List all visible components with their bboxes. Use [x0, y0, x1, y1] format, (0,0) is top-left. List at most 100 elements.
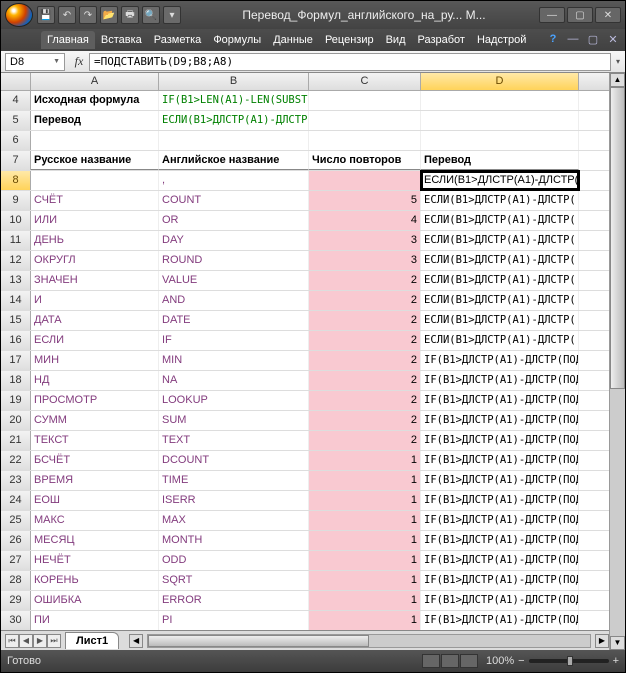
- tab-layout[interactable]: Разметка: [148, 31, 208, 49]
- cell-D5[interactable]: [421, 111, 579, 130]
- minimize-button[interactable]: —: [539, 7, 565, 23]
- cell-D30[interactable]: IF(B1>ДЛСТР(A1)-ДЛСТР(ПОД: [421, 611, 579, 630]
- cell-C30[interactable]: 1: [309, 611, 421, 630]
- tab-home[interactable]: Главная: [41, 31, 95, 49]
- row-header[interactable]: 16: [1, 331, 31, 350]
- formula-bar[interactable]: =ПОДСТАВИТЬ(D9;B8;A8): [89, 53, 611, 71]
- cell-D25[interactable]: IF(B1>ДЛСТР(A1)-ДЛСТР(ПОД: [421, 511, 579, 530]
- cell-D21[interactable]: IF(B1>ДЛСТР(A1)-ДЛСТР(ПОД: [421, 431, 579, 450]
- sheet-tab-active[interactable]: Лист1: [65, 632, 119, 649]
- hscroll-thumb[interactable]: [148, 635, 369, 647]
- cell-C19[interactable]: 2: [309, 391, 421, 410]
- row-header[interactable]: 12: [1, 251, 31, 270]
- row-header[interactable]: 30: [1, 611, 31, 630]
- cell-A6[interactable]: [31, 131, 159, 150]
- cell-A10[interactable]: ИЛИ: [31, 211, 159, 230]
- cell-B25[interactable]: MAX: [159, 511, 309, 530]
- cell-D16[interactable]: ЕСЛИ(B1>ДЛСТР(A1)-ДЛСТР(: [421, 331, 579, 350]
- cell-B8[interactable]: ,: [159, 171, 309, 190]
- row-header[interactable]: 29: [1, 591, 31, 610]
- row-header[interactable]: 8: [1, 171, 31, 190]
- cell-B4[interactable]: IF(B1>LEN(A1)-LEN(SUBSTITUTE(A1,"","")),…: [159, 91, 309, 110]
- vscroll-down-icon[interactable]: ▼: [610, 636, 625, 650]
- cell-B7[interactable]: Английское название: [159, 151, 309, 170]
- cell-A9[interactable]: СЧЁТ: [31, 191, 159, 210]
- cell-D11[interactable]: ЕСЛИ(B1>ДЛСТР(A1)-ДЛСТР(: [421, 231, 579, 250]
- cell-A14[interactable]: И: [31, 291, 159, 310]
- cell-D20[interactable]: IF(B1>ДЛСТР(A1)-ДЛСТР(ПОД: [421, 411, 579, 430]
- cell-B27[interactable]: ODD: [159, 551, 309, 570]
- open-icon[interactable]: 📂: [100, 6, 118, 24]
- maximize-button[interactable]: ▢: [567, 7, 593, 23]
- cell-D14[interactable]: ЕСЛИ(B1>ДЛСТР(A1)-ДЛСТР(: [421, 291, 579, 310]
- view-pagebreak-icon[interactable]: [460, 654, 478, 668]
- tab-review[interactable]: Рецензир: [319, 31, 380, 49]
- cell-C18[interactable]: 2: [309, 371, 421, 390]
- cell-B23[interactable]: TIME: [159, 471, 309, 490]
- row-header[interactable]: 7: [1, 151, 31, 170]
- vscroll-up-icon[interactable]: ▲: [610, 73, 625, 87]
- cell-B20[interactable]: SUM: [159, 411, 309, 430]
- cell-B5[interactable]: ЕСЛИ(B1>ДЛСТР(A1)-ДЛСТР(ПОДСТАВИТЬ(A1;" …: [159, 111, 309, 130]
- doc-close-icon[interactable]: ✕: [605, 33, 621, 47]
- cell-A27[interactable]: НЕЧЁТ: [31, 551, 159, 570]
- cell-D6[interactable]: [421, 131, 579, 150]
- horizontal-scrollbar[interactable]: [147, 634, 591, 648]
- cell-B15[interactable]: DATE: [159, 311, 309, 330]
- cell-C24[interactable]: 1: [309, 491, 421, 510]
- name-box[interactable]: D8 ▼: [5, 53, 65, 71]
- cell-D9[interactable]: ЕСЛИ(B1>ДЛСТР(A1)-ДЛСТР(: [421, 191, 579, 210]
- cell-A11[interactable]: ДЕНЬ: [31, 231, 159, 250]
- redo-icon[interactable]: ↷: [79, 6, 97, 24]
- cell-B30[interactable]: PI: [159, 611, 309, 630]
- cell-C8[interactable]: [309, 171, 421, 190]
- cell-A25[interactable]: МАКС: [31, 511, 159, 530]
- preview-icon[interactable]: 🔍: [142, 6, 160, 24]
- row-header[interactable]: 5: [1, 111, 31, 130]
- tab-formulas[interactable]: Формулы: [207, 31, 267, 49]
- vscroll-track[interactable]: [610, 87, 625, 636]
- cell-C5[interactable]: [309, 111, 421, 130]
- cell-D26[interactable]: IF(B1>ДЛСТР(A1)-ДЛСТР(ПОД: [421, 531, 579, 550]
- cell-A24[interactable]: ЕОШ: [31, 491, 159, 510]
- row-header[interactable]: 22: [1, 451, 31, 470]
- col-header-A[interactable]: A: [31, 73, 159, 90]
- cell-D4[interactable]: [421, 91, 579, 110]
- select-all-corner[interactable]: [1, 73, 31, 90]
- cell-B22[interactable]: DCOUNT: [159, 451, 309, 470]
- row-header[interactable]: 13: [1, 271, 31, 290]
- cell-A4[interactable]: Исходная формула: [31, 91, 159, 110]
- cell-B13[interactable]: VALUE: [159, 271, 309, 290]
- cell-A5[interactable]: Перевод: [31, 111, 159, 130]
- tab-nav-next-icon[interactable]: ▶: [33, 634, 47, 648]
- cell-C14[interactable]: 2: [309, 291, 421, 310]
- cell-D28[interactable]: IF(B1>ДЛСТР(A1)-ДЛСТР(ПОД: [421, 571, 579, 590]
- cell-A26[interactable]: МЕСЯЦ: [31, 531, 159, 550]
- cell-D8[interactable]: ЕСЛИ(B1>ДЛСТР(A1)-ДЛСТР(: [421, 171, 579, 190]
- cell-A13[interactable]: ЗНАЧЕН: [31, 271, 159, 290]
- cell-D29[interactable]: IF(B1>ДЛСТР(A1)-ДЛСТР(ПОД: [421, 591, 579, 610]
- cell-D12[interactable]: ЕСЛИ(B1>ДЛСТР(A1)-ДЛСТР(: [421, 251, 579, 270]
- undo-icon[interactable]: ↶: [58, 6, 76, 24]
- cell-A16[interactable]: ЕСЛИ: [31, 331, 159, 350]
- row-header[interactable]: 21: [1, 431, 31, 450]
- cell-D19[interactable]: IF(B1>ДЛСТР(A1)-ДЛСТР(ПОД: [421, 391, 579, 410]
- row-header[interactable]: 11: [1, 231, 31, 250]
- cell-A8[interactable]: [31, 171, 159, 190]
- tab-developer[interactable]: Разработ: [412, 31, 471, 49]
- cell-B14[interactable]: AND: [159, 291, 309, 310]
- row-header[interactable]: 23: [1, 471, 31, 490]
- row-header[interactable]: 26: [1, 531, 31, 550]
- cell-C10[interactable]: 4: [309, 211, 421, 230]
- cell-C25[interactable]: 1: [309, 511, 421, 530]
- row-header[interactable]: 19: [1, 391, 31, 410]
- cell-B18[interactable]: NA: [159, 371, 309, 390]
- cell-A23[interactable]: ВРЕМЯ: [31, 471, 159, 490]
- cell-C6[interactable]: [309, 131, 421, 150]
- cell-A30[interactable]: ПИ: [31, 611, 159, 630]
- zoom-out-icon[interactable]: −: [518, 655, 524, 667]
- tab-addins[interactable]: Надстрой: [471, 31, 532, 49]
- cell-B21[interactable]: TEXT: [159, 431, 309, 450]
- cell-A19[interactable]: ПРОСМОТР: [31, 391, 159, 410]
- cell-C9[interactable]: 5: [309, 191, 421, 210]
